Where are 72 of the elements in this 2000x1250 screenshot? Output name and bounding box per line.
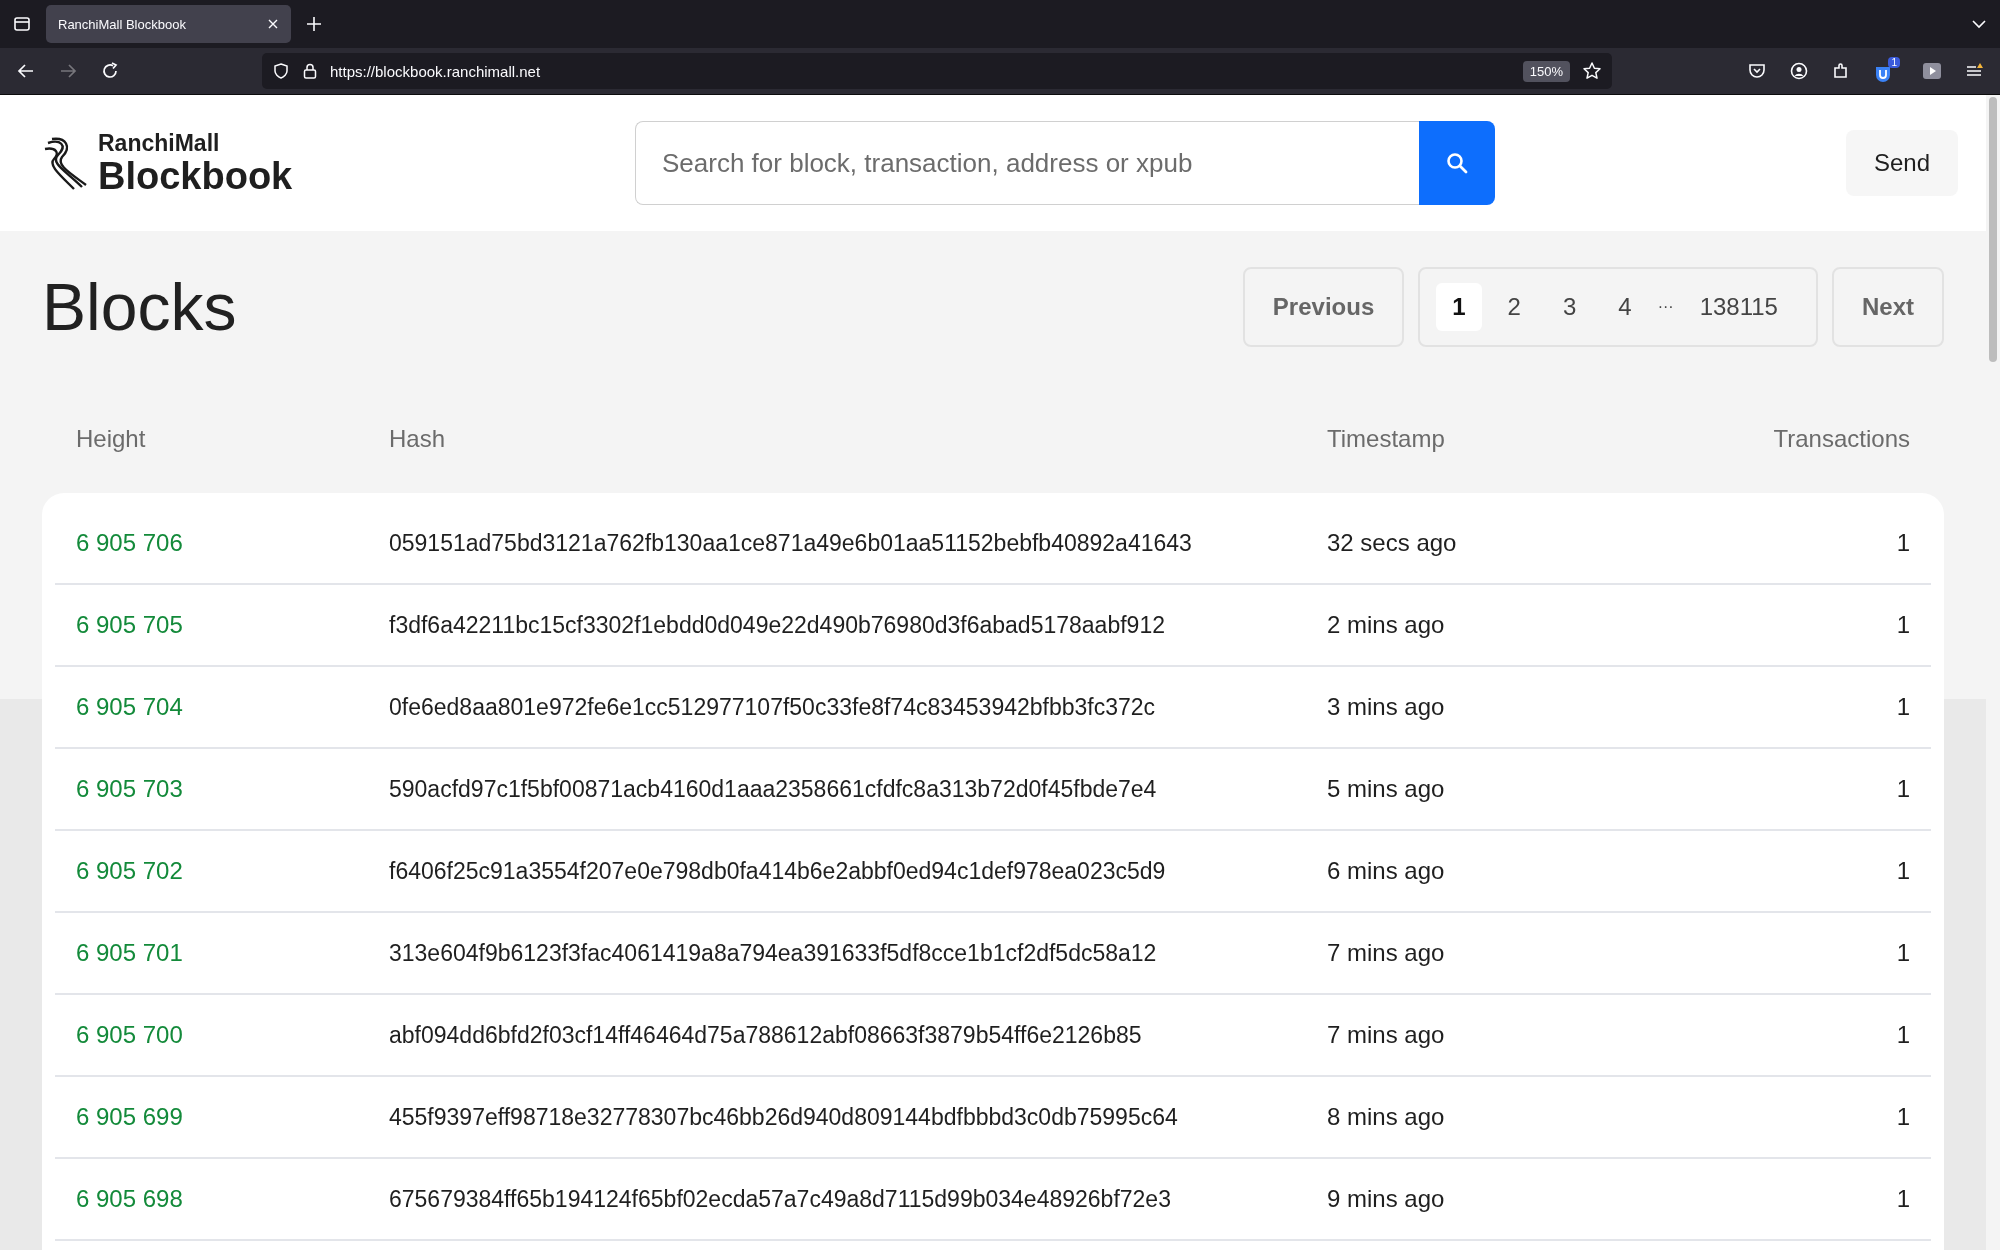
logo-brand: RanchiMall — [98, 129, 221, 157]
column-header: Hash — [389, 425, 447, 453]
ellipsis: ··· — [1657, 298, 1674, 316]
transaction-count: 1 — [1895, 1185, 1910, 1213]
tab-list-icon[interactable] — [12, 14, 32, 34]
block-hash: 675679384ff65b194124f65bf02ecda57a7c49a8d7115d99b034e48926bf72e3 — [389, 1185, 1172, 1213]
pocket-icon[interactable] — [1747, 61, 1767, 81]
extension-button[interactable]: 1 — [1873, 57, 1900, 85]
search-button[interactable] — [1419, 121, 1495, 205]
transaction-count: 1 — [1895, 939, 1910, 967]
block-height-link[interactable]: 6 905 704 — [76, 693, 389, 721]
play-icon[interactable] — [1922, 61, 1942, 81]
transaction-count: 1 — [1895, 611, 1910, 639]
page-link[interactable]: 138115 — [1683, 283, 1794, 331]
block-hash: f6406f25c91a3554f207e0e798db0fa414b6e2abbf0ed94c1def978ea023c5d9 — [389, 857, 1167, 885]
shield-icon — [272, 62, 290, 80]
logo-title: Blockbook — [98, 156, 293, 197]
search-icon — [1444, 150, 1470, 176]
timestamp: 7 mins ago — [1327, 1021, 1446, 1049]
previous-button[interactable]: Previous — [1242, 267, 1405, 347]
block-height-link[interactable]: 6 905 701 — [76, 939, 389, 967]
block-height-link[interactable]: 6 905 706 — [76, 529, 389, 557]
search-field[interactable]: Search for block, transaction, address or xpub — [635, 121, 1419, 205]
scrollbar-thumb[interactable] — [1989, 97, 1997, 362]
block-hash: abf094dd6bfd2f03cf14ff46464d75a788612abf08663f3879b54ff6e2126b85 — [389, 1021, 1143, 1049]
page-link[interactable]: 2 — [1491, 283, 1537, 331]
block-height-link[interactable]: 6 905 698 — [76, 1185, 389, 1213]
new-tab-icon[interactable] — [305, 15, 323, 33]
block-height-link[interactable]: 6 905 699 — [76, 1103, 389, 1131]
close-icon[interactable] — [267, 18, 279, 30]
send-button[interactable]: Send — [1845, 130, 1958, 196]
block-height-link[interactable]: 6 905 702 — [76, 857, 389, 885]
timestamp: 9 mins ago — [1327, 1185, 1446, 1213]
timestamp: 7 mins ago — [1327, 939, 1446, 967]
star-icon[interactable] — [1582, 61, 1602, 81]
transaction-count: 1 — [1895, 857, 1910, 885]
block-hash: f3df6a42211bc15cf3302f1ebdd0d049e22d490b76980d3f6abad5178aabf912 — [389, 611, 1166, 639]
next-button[interactable]: Next — [1831, 267, 1944, 347]
column-header: Transactions — [1772, 425, 1910, 453]
block-hash: 455f9397eff98718e32778307bc46bb26d940d809144bdfbbbd3c0db75995c64 — [389, 1103, 1179, 1131]
page-link[interactable]: 3 — [1546, 283, 1593, 331]
scrollbar[interactable] — [1986, 95, 2000, 1250]
column-header: Height — [76, 425, 147, 453]
timestamp: 6 mins ago — [1327, 857, 1446, 885]
transaction-count: 1 — [1895, 1021, 1910, 1049]
transaction-count: 1 — [1895, 529, 1910, 557]
page-title: Blocks — [42, 269, 237, 345]
address-bar[interactable]: https://blockbook.ranchimall.net 150% — [262, 53, 1612, 89]
timestamp: 2 mins ago — [1327, 611, 1446, 639]
block-hash: 059151ad75bd3121a762fb130aa1ce871a49e6b01aa51152bebfb40892a41643 — [389, 529, 1193, 557]
timestamp: 3 mins ago — [1327, 693, 1446, 721]
lock-icon — [302, 62, 318, 80]
block-height-link[interactable]: 6 905 705 — [76, 611, 389, 639]
browser-tab[interactable]: RanchiMall Blockbook — [46, 5, 291, 43]
block-hash: 313e604f9b6123f3fac4061419a8a794ea391633f5df8cce1b1cf2df5dc58a12 — [389, 939, 1158, 967]
block-hash: 590acfd97c1f5bf00871acb4160d1aaa2358661cfdfc8a313b72d0f45fbde7e4 — [389, 775, 1158, 803]
transaction-count: 1 — [1895, 1103, 1910, 1131]
transaction-count: 1 — [1895, 693, 1910, 721]
timestamp: 5 mins ago — [1327, 775, 1446, 803]
timestamp: 32 secs ago — [1327, 529, 1458, 557]
page-link[interactable]: 4 — [1602, 283, 1648, 331]
block-hash: 0fe6ed8aa801e972fe6e1cc512977107f50c33fe8f74c83453942bfbb3fc372c — [389, 693, 1157, 721]
block-height-link[interactable]: 6 905 703 — [76, 775, 389, 803]
reload-icon[interactable] — [100, 61, 120, 81]
column-header: Timestamp — [1327, 425, 1446, 453]
account-icon[interactable] — [1789, 61, 1809, 81]
page-link[interactable]: 1 — [1436, 283, 1482, 331]
block-height-link[interactable]: 6 905 700 — [76, 1021, 389, 1049]
zoom-level[interactable]: 150% — [1522, 60, 1570, 82]
extension-badge: 1 — [1888, 57, 1900, 68]
timestamp: 8 mins ago — [1327, 1103, 1446, 1131]
transaction-count: 1 — [1895, 775, 1910, 803]
